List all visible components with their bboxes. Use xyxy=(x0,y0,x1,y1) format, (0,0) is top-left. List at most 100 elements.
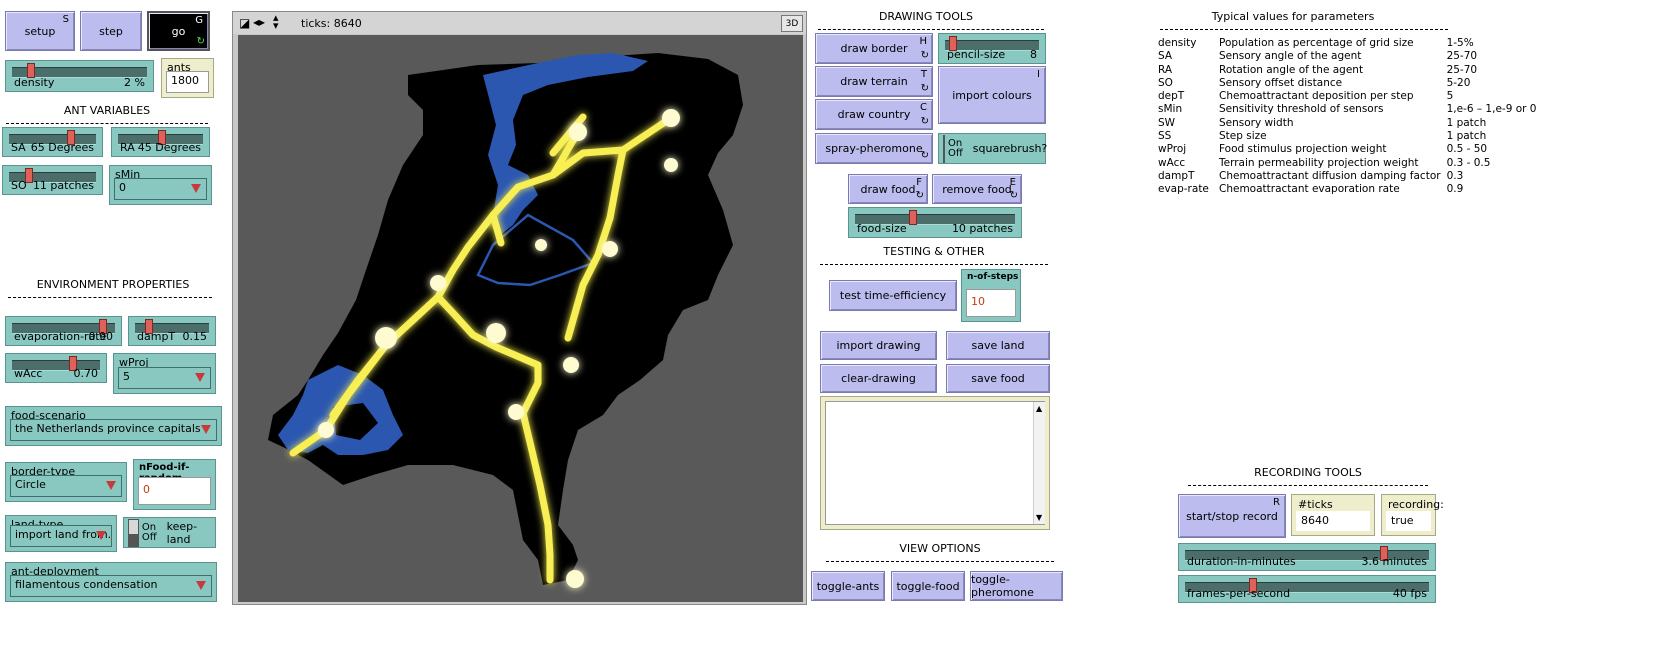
fps-slider[interactable]: frames-per-second 40 fps xyxy=(1178,575,1436,603)
input-field[interactable]: 0 xyxy=(138,477,211,505)
draw-food-button[interactable]: draw food F ↻ xyxy=(848,174,928,204)
remove-food-button[interactable]: remove food E ↻ xyxy=(932,174,1022,204)
simulation-canvas[interactable] xyxy=(238,35,803,602)
slider-knob[interactable] xyxy=(908,210,917,225)
button-label: import colours xyxy=(952,88,1032,102)
chooser-selected: filamentous condensation xyxy=(15,578,158,591)
toggle-ants-button[interactable]: toggle-ants xyxy=(811,571,885,601)
switch-off-label: Off xyxy=(141,531,157,543)
divider xyxy=(8,297,212,298)
switch-toggle[interactable] xyxy=(943,134,945,163)
step-button[interactable]: step xyxy=(80,11,142,51)
scroll-down-icon[interactable]: ▼ xyxy=(1036,513,1042,522)
switch-state: On Off xyxy=(141,522,157,543)
parameter-name: density xyxy=(1158,37,1197,49)
parameter-row: sMin Sensitivity threshold of sensors 1,e-… xyxy=(1158,103,1542,116)
parameter-name: SW xyxy=(1158,116,1176,129)
land-type-chooser[interactable]: land-type import land from... xyxy=(5,515,117,552)
nfood-if-random-input[interactable]: nFood-if-random 0 xyxy=(133,459,216,510)
n-of-steps-input[interactable]: n-of-steps 10 xyxy=(961,269,1021,322)
spray-pheromone-button[interactable]: spray-pheromone ↻ xyxy=(815,133,933,164)
ant-deployment-chooser[interactable]: ant-deployment filamentous condensation xyxy=(5,562,217,602)
resize-icon[interactable]: ◪ xyxy=(239,16,250,30)
input-field[interactable]: 10 xyxy=(966,289,1016,317)
parameter-typical-value: 0.9 xyxy=(1446,183,1464,196)
chooser-value[interactable]: filamentous condensation xyxy=(10,575,212,597)
arrows-horizontal-icon[interactable]: ◂▸ xyxy=(253,15,265,29)
chooser-value[interactable]: 0 xyxy=(114,178,207,200)
save-food-button[interactable]: save food xyxy=(946,364,1050,393)
chooser-value[interactable]: import land from... xyxy=(10,525,112,547)
density-slider[interactable]: density 2 % xyxy=(5,60,154,92)
output-area[interactable]: ▲ ▼ xyxy=(820,396,1050,530)
scrollbar[interactable]: ▲ ▼ xyxy=(1033,402,1045,524)
divider xyxy=(826,561,1054,562)
food-scenario-chooser[interactable]: food-scenario the Netherlands province c… xyxy=(5,406,222,446)
parameter-typical-value: 1,e-6 – 1,e-9 or 0 xyxy=(1446,103,1537,116)
switch-state: On Off xyxy=(948,138,963,159)
setup-button[interactable]: setup S xyxy=(5,11,75,51)
parameter-typical-value: 25-70 xyxy=(1446,50,1478,63)
ants-field[interactable]: 1800 xyxy=(166,71,209,93)
hotkey: C xyxy=(920,102,927,113)
output-text[interactable] xyxy=(825,401,1045,525)
clear-drawing-button[interactable]: clear-drawing xyxy=(820,364,937,393)
parameter-row: SA Sensory angle of the agent 25-70 xyxy=(1158,50,1542,63)
ants-input[interactable]: ants 1800 xyxy=(161,58,214,98)
slider-label: SA xyxy=(11,141,26,154)
toggle-food-button[interactable]: toggle-food xyxy=(891,571,965,601)
parameter-name: wProj xyxy=(1158,143,1187,156)
go-label: go xyxy=(171,24,186,38)
duration-slider[interactable]: duration-in-minutes 3.6 minutes xyxy=(1178,543,1436,571)
food-size-slider[interactable]: food-size 10 patches xyxy=(848,207,1022,238)
squarebrush-switch[interactable]: On Off squarebrush? xyxy=(938,133,1047,164)
import-drawing-button[interactable]: import drawing xyxy=(820,331,937,360)
ra-slider[interactable]: RA 45 Degrees xyxy=(111,127,210,157)
go-button[interactable]: go G ↻ xyxy=(147,11,210,51)
arrows-vertical-icon[interactable]: ▴ ▾ xyxy=(273,12,279,31)
sa-slider[interactable]: SA 65 Degrees xyxy=(2,127,103,157)
draw-terrain-button[interactable]: draw terrain T ↻ xyxy=(815,66,933,97)
draw-country-button[interactable]: draw country C ↻ xyxy=(815,99,933,130)
chooser-value[interactable]: Circle xyxy=(10,475,122,497)
chooser-value[interactable]: 5 xyxy=(118,367,211,389)
so-slider[interactable]: SO 11 patches xyxy=(2,165,103,195)
world-view[interactable]: ◪ ◂▸ ▴ ▾ ticks: 8640 3D xyxy=(232,11,807,605)
switch-toggle[interactable] xyxy=(128,518,139,547)
parameter-typical-value: 1-5% xyxy=(1446,37,1474,49)
button-label: save food xyxy=(971,372,1025,385)
chooser-value[interactable]: the Netherlands province capitals xyxy=(10,419,217,441)
parameter-typical-value: 1 patch xyxy=(1446,116,1487,129)
dropdown-arrow-icon xyxy=(196,581,206,590)
smin-chooser[interactable]: sMin 0 xyxy=(109,165,212,205)
input-title: n-of-steps xyxy=(967,272,1019,282)
parameter-row: density Population as percentage of grid … xyxy=(1158,37,1542,50)
parameter-row: SW Sensory width 1 patch xyxy=(1158,117,1542,130)
draw-border-button[interactable]: draw border H ↻ xyxy=(815,33,933,64)
divider xyxy=(1160,29,1448,30)
test-time-efficiency-button[interactable]: test time-efficiency xyxy=(829,280,957,311)
keep-land-switch[interactable]: On Off keep-land xyxy=(123,517,216,548)
parameter-typical-value: 0.3 - 0.5 xyxy=(1446,156,1491,169)
button-label: draw food xyxy=(860,182,916,196)
wacc-slider[interactable]: wAcc 0.70 xyxy=(5,353,107,383)
monitor-value: 8640 xyxy=(1296,511,1370,531)
import-colours-button[interactable]: import colours I xyxy=(938,66,1046,124)
parameter-name: RA xyxy=(1158,63,1173,76)
scroll-up-icon[interactable]: ▲ xyxy=(1036,404,1042,413)
pencil-size-slider[interactable]: pencil-size 8 xyxy=(938,33,1046,64)
wproj-chooser[interactable]: wProj 5 xyxy=(113,353,216,394)
save-land-button[interactable]: save land xyxy=(946,331,1050,360)
dampt-slider[interactable]: dampT 0.15 xyxy=(128,316,216,346)
parameter-description: Food stimulus projection weight xyxy=(1219,143,1387,156)
evaporation-rate-slider[interactable]: evaporation-rate 0.90 xyxy=(5,316,122,346)
slider-label: density xyxy=(14,76,55,89)
start-stop-record-button[interactable]: start/stop record R xyxy=(1178,494,1286,538)
button-label: remove food xyxy=(942,182,1012,196)
3d-button[interactable]: 3D xyxy=(781,15,803,32)
parameter-typical-value: 25-70 xyxy=(1446,63,1478,76)
border-type-chooser[interactable]: border-type Circle xyxy=(5,462,127,502)
dropdown-arrow-icon xyxy=(201,425,211,434)
slider-label: SO xyxy=(11,179,27,192)
toggle-pheromone-button[interactable]: toggle-pheromone xyxy=(970,571,1063,601)
